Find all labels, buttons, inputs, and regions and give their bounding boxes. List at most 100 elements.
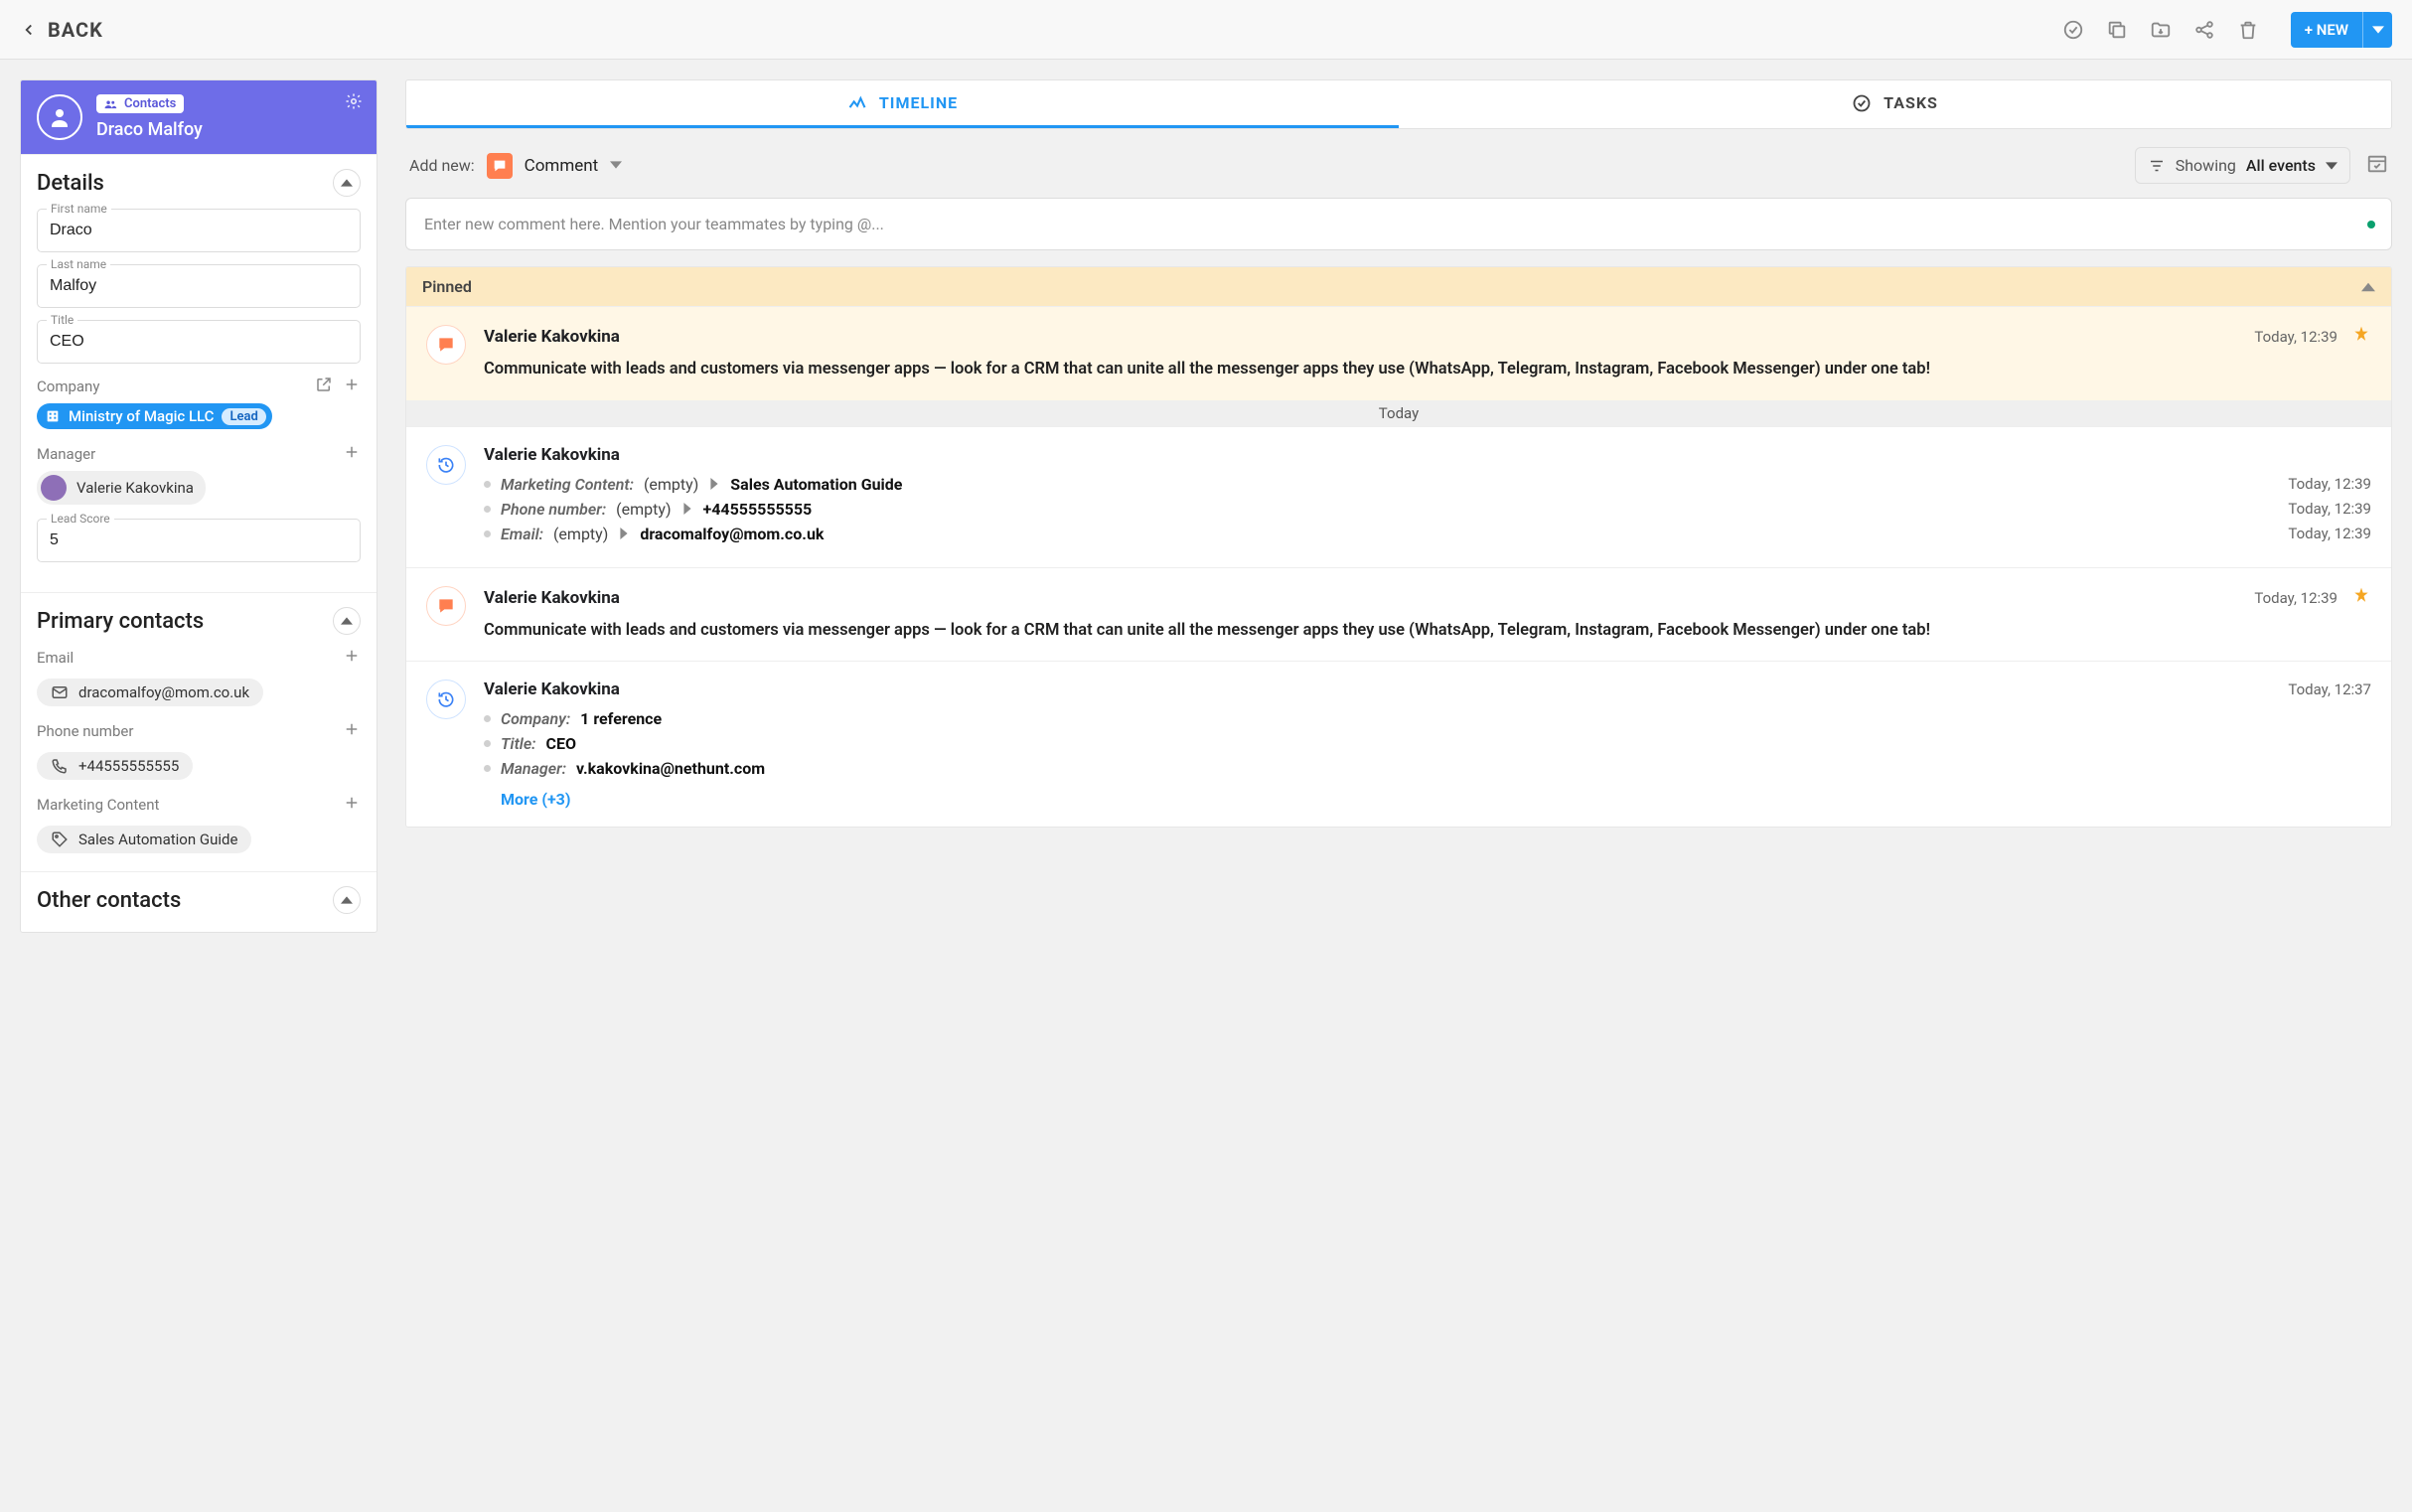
- record-header: Contacts Draco Malfoy: [21, 80, 377, 154]
- entry-time: Today, 12:39: [2254, 589, 2337, 607]
- collapse-details[interactable]: [333, 169, 361, 197]
- topbar-actions: + NEW: [2062, 12, 2392, 48]
- gear-icon[interactable]: [345, 92, 363, 114]
- day-separator: Today: [406, 400, 2391, 426]
- tab-timeline[interactable]: TIMELINE: [406, 80, 1399, 128]
- title-field: Title: [37, 320, 361, 364]
- share-icon[interactable]: [2193, 19, 2215, 41]
- person-icon: [48, 105, 72, 129]
- company-chip[interactable]: Ministry of Magic LLC Lead: [37, 403, 272, 429]
- back-label: BACK: [48, 18, 103, 42]
- comment-input[interactable]: Enter new comment here. Mention your tea…: [405, 198, 2392, 250]
- company-stage: Lead: [222, 408, 265, 425]
- arrow-right-icon: [708, 475, 720, 494]
- manager-label: Manager: [37, 445, 95, 463]
- back-button[interactable]: BACK: [20, 18, 103, 42]
- record-name: Draco Malfoy: [96, 119, 203, 140]
- building-icon: [45, 408, 61, 424]
- field-change: Phone number: (empty) +44555555555 Today…: [484, 500, 2371, 519]
- pinned-header[interactable]: Pinned: [406, 267, 2391, 306]
- phone-chip[interactable]: +44555555555: [37, 752, 193, 780]
- add-phone-icon[interactable]: [343, 720, 361, 742]
- other-contacts-section: Other contacts: [21, 871, 377, 932]
- field-change: Manager: v.kakovkina@nethunt.com: [484, 759, 2371, 778]
- comment-type-icon: [487, 153, 513, 179]
- timeline-icon: [847, 93, 867, 113]
- add-new-dropdown[interactable]: [610, 156, 622, 175]
- timeline: Pinned Valerie Kakovkina Today, 12:39 Co…: [405, 266, 2392, 828]
- timeline-entry: Valerie Kakovkina Today, 12:39 Communica…: [406, 567, 2391, 662]
- history-icon: [426, 445, 466, 485]
- first-name-field: First name: [37, 209, 361, 252]
- more-link[interactable]: More (+3): [501, 790, 570, 809]
- event-filter[interactable]: Showing All events: [2135, 147, 2350, 184]
- timeline-entry: Valerie Kakovkina Marketing Content: (em…: [406, 426, 2391, 567]
- entry-author: Valerie Kakovkina: [484, 588, 620, 608]
- add-email-icon[interactable]: [343, 647, 361, 669]
- add-content-icon[interactable]: [343, 794, 361, 816]
- entry-time: Today, 12:37: [2288, 680, 2371, 698]
- new-button-label: + NEW: [2291, 12, 2362, 48]
- move-folder-icon[interactable]: [2150, 19, 2172, 41]
- phone-label: Phone number: [37, 722, 133, 740]
- task-icon[interactable]: [2062, 19, 2084, 41]
- content-chip[interactable]: Sales Automation Guide: [37, 826, 251, 853]
- field-change: Marketing Content: (empty) Sales Automat…: [484, 475, 2371, 494]
- pin-icon[interactable]: [2351, 325, 2371, 349]
- entry-time: Today, 12:39: [2254, 328, 2337, 346]
- manager-avatar: [41, 475, 67, 501]
- presence-indicator: [2367, 221, 2375, 228]
- last-name-field: Last name: [37, 264, 361, 308]
- field-change: Title: CEO: [484, 734, 2371, 753]
- collapse-other[interactable]: [333, 886, 361, 914]
- timeline-toolbar: Add new: Comment Showing All events: [409, 147, 2388, 184]
- lead-score-field: Lead Score: [37, 519, 361, 562]
- pin-icon[interactable]: [2351, 586, 2371, 610]
- chevron-down-icon: [2326, 160, 2337, 172]
- collapse-primary[interactable]: [333, 607, 361, 635]
- details-section: Details First name Last name Title Compa…: [21, 154, 377, 592]
- manager-chip[interactable]: Valerie Kakovkina: [37, 471, 206, 505]
- open-company-icon[interactable]: [315, 376, 333, 397]
- record-sidebar: Contacts Draco Malfoy Details First name…: [20, 79, 377, 933]
- other-contacts-title: Other contacts: [37, 888, 181, 913]
- topbar: BACK + NEW: [0, 0, 2412, 60]
- trash-icon[interactable]: [2237, 19, 2259, 41]
- add-manager-icon[interactable]: [343, 443, 361, 465]
- email-label: Email: [37, 649, 74, 667]
- comment-placeholder: Enter new comment here. Mention your tea…: [424, 215, 884, 233]
- details-title: Details: [37, 171, 104, 196]
- folder-badge[interactable]: Contacts: [96, 94, 184, 113]
- phone-icon: [51, 757, 69, 775]
- field-change: Company: 1 reference: [484, 709, 2371, 728]
- avatar: [37, 94, 82, 140]
- arrow-right-icon: [618, 525, 630, 543]
- email-chip[interactable]: dracomalfoy@mom.co.uk: [37, 679, 263, 706]
- field-change: Email: (empty) dracomalfoy@mom.co.uk Tod…: [484, 525, 2371, 543]
- tabs: TIMELINE TASKS: [405, 79, 2392, 129]
- new-button[interactable]: + NEW: [2291, 12, 2392, 48]
- contacts-icon: [104, 98, 118, 110]
- company-label: Company: [37, 378, 99, 395]
- mail-icon: [51, 683, 69, 701]
- timeline-settings-icon[interactable]: [2366, 153, 2388, 179]
- tag-icon: [51, 831, 69, 848]
- comment-icon: [426, 586, 466, 626]
- timeline-entry: Valerie Kakovkina Today, 12:37 Company: …: [406, 661, 2391, 827]
- comment-icon: [426, 325, 466, 365]
- primary-contacts-section: Primary contacts Email dracomalfoy@mom.c…: [21, 592, 377, 871]
- chevron-up-icon: [2361, 280, 2375, 294]
- arrow-right-icon: [681, 500, 693, 519]
- entry-text: Communicate with leads and customers via…: [484, 357, 2371, 382]
- marketing-content-label: Marketing Content: [37, 796, 159, 814]
- arrow-left-icon: [20, 21, 38, 39]
- title-input[interactable]: [37, 320, 361, 364]
- tab-tasks[interactable]: TASKS: [1399, 80, 2391, 128]
- entry-author: Valerie Kakovkina: [484, 680, 620, 699]
- copy-icon[interactable]: [2106, 19, 2128, 41]
- add-company-icon[interactable]: [343, 376, 361, 397]
- add-new-type[interactable]: Comment: [525, 156, 599, 176]
- main: TIMELINE TASKS Add new: Comment Showing …: [405, 79, 2392, 828]
- new-button-dropdown[interactable]: [2362, 12, 2392, 48]
- entry-author: Valerie Kakovkina: [484, 445, 620, 465]
